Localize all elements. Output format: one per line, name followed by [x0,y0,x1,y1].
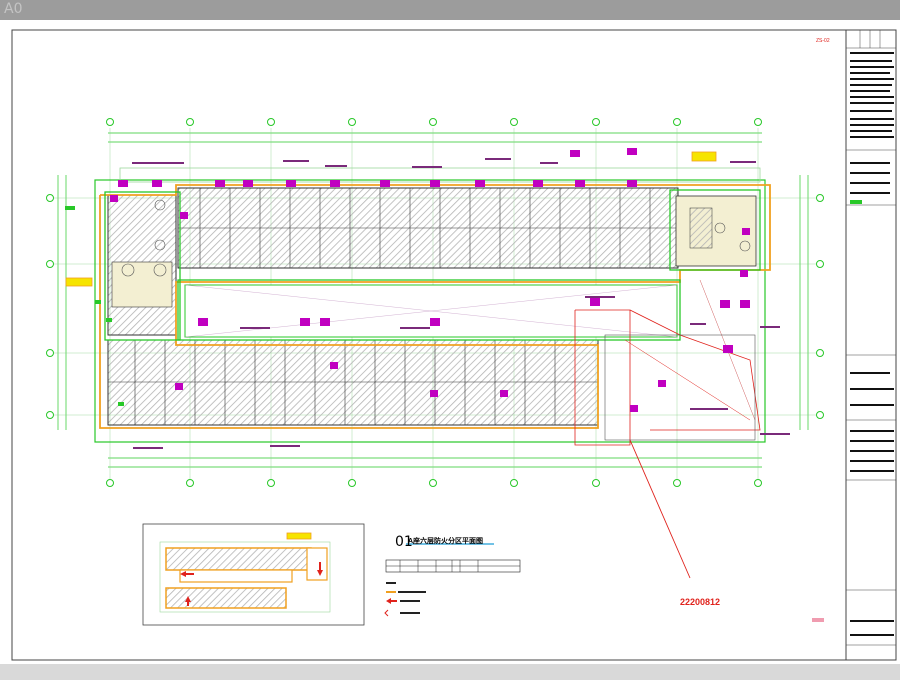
drawing-canvas[interactable]: ZS-02 01 A座六层防火分区平面图 22200812 [0,20,900,664]
title-block-text [850,52,894,636]
legend-swatch-1 [386,582,396,584]
revision-stamp: 22200812 [680,597,721,607]
south-wing-rooms [107,339,599,426]
legend-arrow-2 [384,609,389,617]
east-stair [689,207,713,249]
key-plan-north-wing [165,547,312,571]
sheet-code: ZS-02 [816,38,830,44]
key-plan-tag [286,532,312,540]
plan-title: A座六层防火分区平面图 [408,538,484,545]
paper-size-label: A0 [4,1,23,17]
viewer-top-bar: A0 [0,0,900,20]
title-block-legend-green [850,200,862,204]
revision-leader [629,439,691,579]
key-plan-south-wing [165,587,287,609]
legend-arrow-1 [386,598,397,604]
title-block-pink-mark [812,618,824,622]
floor-plan-drawing [11,29,897,661]
title-block-dividers [846,30,896,646]
key-plan-east-core [306,547,328,581]
key-plan-courtyard [179,569,293,583]
viewer-bottom-bar [0,664,900,680]
west-stair [111,261,173,308]
